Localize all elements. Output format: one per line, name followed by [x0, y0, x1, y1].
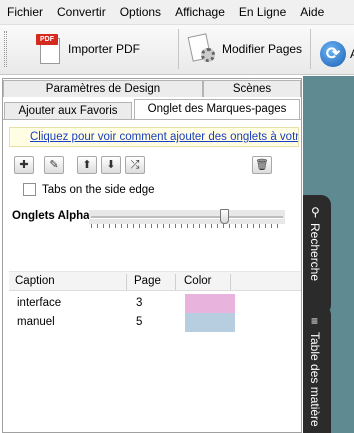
- row-caption[interactable]: manuel: [17, 313, 55, 332]
- shuffle-button[interactable]: ⤮: [125, 156, 145, 174]
- alpha-slider-ticks: [91, 224, 283, 228]
- toolbar-grip[interactable]: [4, 31, 7, 67]
- pdf-badge: PDF: [36, 34, 58, 45]
- help-link[interactable]: Cliquez pour voir comment ajouter des on…: [9, 127, 299, 147]
- alpha-label: Onglets Alpha:: [12, 210, 94, 222]
- menu-bar: Fichier Convertir Options Affichage En L…: [0, 0, 354, 25]
- move-down-button[interactable]: ⬇: [101, 156, 121, 174]
- alpha-slider-groove: [91, 216, 283, 219]
- table-row[interactable]: manuel 5: [9, 313, 301, 332]
- settings-panel: Paramètres de Design Scènes Ajouter aux …: [2, 78, 302, 433]
- import-pdf-label: Importer PDF: [68, 42, 141, 56]
- modify-pages-label: Modifier Pages: [222, 42, 303, 56]
- shuffle-icon: ⤮: [130, 159, 140, 171]
- side-tab-toc[interactable]: ≡ Table des matière: [303, 305, 331, 433]
- delete-bookmark-button[interactable]: 🗑: [252, 156, 272, 174]
- menu-en-ligne[interactable]: En Ligne: [232, 0, 293, 25]
- column-caption[interactable]: Caption: [15, 272, 55, 291]
- pdf-file-icon: PDF: [36, 34, 62, 64]
- row-caption[interactable]: interface: [17, 294, 61, 313]
- refresh-button[interactable]: ⟳ A: [320, 36, 354, 72]
- trash-icon: 🗑: [255, 159, 269, 171]
- move-up-button[interactable]: ⬆: [77, 156, 97, 174]
- menu-aide[interactable]: Aide: [293, 0, 331, 25]
- modify-pages-button[interactable]: Modifier Pages: [187, 31, 303, 67]
- toolbar-separator: [178, 29, 179, 69]
- tabs-on-side-edge-label: Tabs on the side edge: [42, 183, 155, 196]
- alpha-slider-thumb[interactable]: [220, 209, 230, 224]
- menu-affichage[interactable]: Affichage: [168, 0, 232, 25]
- menu-options[interactable]: Options: [113, 0, 168, 25]
- tab-bookmarks[interactable]: Onglet des Marques-pages: [134, 99, 300, 119]
- tab-design-settings[interactable]: Paramètres de Design: [3, 80, 203, 97]
- page-settings-icon: [187, 33, 218, 64]
- row-page[interactable]: 3: [136, 294, 142, 313]
- tabs-on-side-edge-checkbox[interactable]: [23, 183, 36, 196]
- import-pdf-button[interactable]: PDF Importer PDF: [36, 31, 140, 67]
- row-page[interactable]: 5: [136, 313, 142, 332]
- tab-scenes[interactable]: Scènes: [203, 80, 301, 97]
- search-icon: ⚲: [311, 205, 320, 219]
- column-color[interactable]: Color: [184, 272, 211, 291]
- tab-row-front: Ajouter aux Favoris Onglet des Marques-p…: [3, 97, 301, 119]
- arrow-down-icon: ⬇: [106, 159, 116, 171]
- edit-bookmark-button[interactable]: ✎: [44, 156, 64, 174]
- arrow-up-icon: ⬆: [82, 159, 92, 171]
- tabs-on-side-edge-option: Tabs on the side edge: [23, 183, 155, 196]
- side-tab-search[interactable]: ⚲ Recherche: [303, 195, 331, 315]
- toolbar-separator: [310, 29, 311, 69]
- side-tab-toc-label: Table des matière: [308, 332, 322, 427]
- menu-fichier[interactable]: Fichier: [0, 0, 50, 25]
- column-page[interactable]: Page: [134, 272, 161, 291]
- refresh-icon: ⟳: [320, 41, 346, 67]
- bookmarks-grid-header: Caption Page Color: [9, 271, 301, 291]
- row-color-swatch[interactable]: [185, 294, 235, 313]
- add-bookmark-button[interactable]: ✚: [14, 156, 34, 174]
- edit-icon: ✎: [49, 159, 59, 171]
- row-color-swatch[interactable]: [185, 313, 235, 332]
- tab-add-favorites[interactable]: Ajouter aux Favoris: [4, 102, 132, 119]
- tab-row-back: Paramètres de Design Scènes: [3, 80, 301, 97]
- toolbar: PDF Importer PDF Modifier Pages ⟳ A: [0, 25, 354, 75]
- menu-convertir[interactable]: Convertir: [50, 0, 113, 25]
- table-row[interactable]: interface 3: [9, 294, 301, 313]
- bookmarks-tab-content: Cliquez pour voir comment ajouter des on…: [3, 119, 301, 432]
- side-tab-search-label: Recherche: [308, 223, 322, 282]
- refresh-label: A: [350, 47, 354, 61]
- list-icon: ≡: [311, 314, 319, 328]
- add-icon: ✚: [19, 159, 29, 171]
